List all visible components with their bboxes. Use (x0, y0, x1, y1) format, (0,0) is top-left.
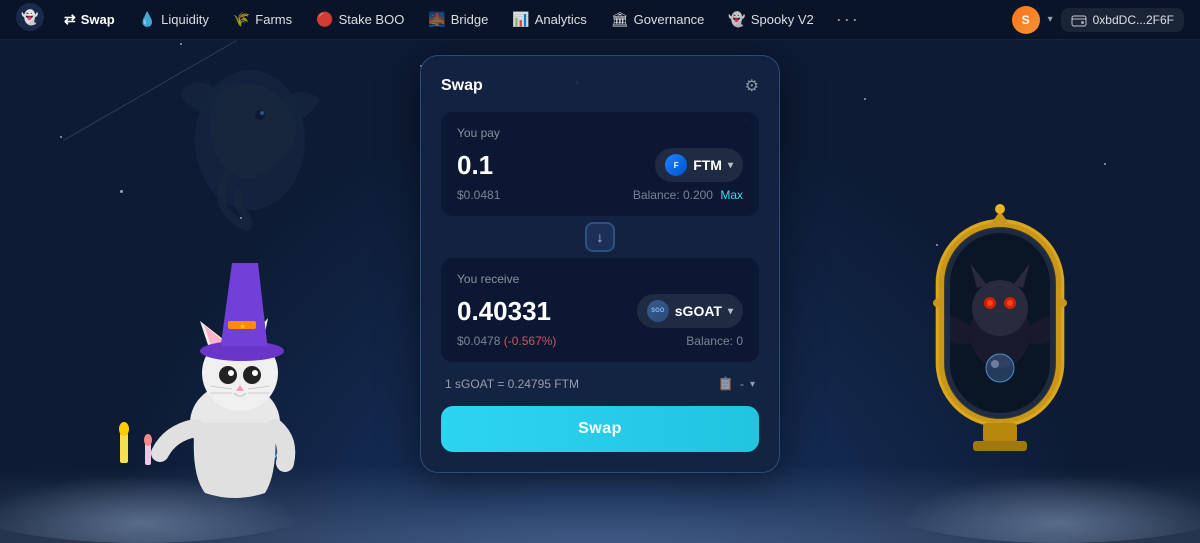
receive-bottom-row: $0.0478 (-0.567%) Balance: 0 (457, 328, 743, 348)
swap-panel: Swap ⚙ You pay 0.1 F FTM ▾ $0.0481 Balan… (420, 55, 780, 473)
address-text: 0xbdDC...2F6F (1093, 13, 1174, 27)
price-chevron-icon[interactable]: ▾ (750, 379, 755, 390)
pay-usd-value: $0.0481 (457, 188, 500, 202)
pay-token-symbol: FTM (693, 157, 722, 173)
receive-token-chevron-icon: ▾ (728, 306, 733, 317)
pay-amount: 0.1 (457, 150, 493, 181)
nav-more-button[interactable]: ··· (828, 5, 868, 34)
avatar-chevron-icon[interactable]: ▾ (1048, 14, 1053, 25)
stake-nav-icon: 🔴 (316, 11, 333, 28)
panel-header: Swap ⚙ (441, 76, 759, 96)
max-button[interactable]: Max (720, 188, 743, 202)
nav-item-liquidity[interactable]: 💧 Liquidity (129, 7, 219, 32)
sgoat-icon: SGO (647, 300, 669, 322)
pay-bottom-row: $0.0481 Balance: 0.200 Max (457, 182, 743, 202)
navbar: 👻 ⇄ Swap 💧 Liquidity 🌾 Farms 🔴 Stake BOO… (0, 0, 1200, 40)
svg-text:★: ★ (239, 322, 246, 331)
nav-item-farms[interactable]: 🌾 Farms (223, 7, 302, 32)
down-arrow-icon: ↓ (597, 229, 604, 245)
avatar-initial: S (1022, 13, 1030, 27)
farms-nav-icon: 🌾 (233, 11, 250, 28)
nav-item-bridge[interactable]: 🌉 Bridge (418, 7, 498, 32)
receive-price-change: (-0.567%) (504, 334, 557, 348)
receive-balance: Balance: 0 (686, 334, 743, 348)
receive-usd-value: $0.0478 (-0.567%) (457, 334, 556, 348)
swap-button[interactable]: Swap (441, 406, 759, 452)
nav-item-governance[interactable]: 🏛 Governance (601, 7, 715, 32)
receive-amount: 0.40331 (457, 296, 551, 327)
pay-token-row: 0.1 F FTM ▾ (457, 148, 743, 182)
svg-text:👻: 👻 (21, 8, 39, 26)
pay-token-select[interactable]: F FTM ▾ (655, 148, 743, 182)
nav-item-stake[interactable]: 🔴 Stake BOO (306, 7, 414, 32)
receive-label: You receive (457, 272, 743, 286)
liquidity-nav-icon: 💧 (139, 11, 156, 28)
price-text: 1 sGOAT = 0.24795 FTM (445, 377, 579, 391)
nav-right: S ▾ 0xbdDC...2F6F (1012, 6, 1184, 34)
wallet-address[interactable]: 0xbdDC...2F6F (1061, 8, 1184, 32)
pay-token-chevron-icon: ▾ (728, 160, 733, 171)
governance-nav-icon: 🏛 (611, 11, 629, 28)
receive-token-box: You receive 0.40331 SGO sGOAT ▾ $0.0478 … (441, 258, 759, 362)
receive-token-row: 0.40331 SGO sGOAT ▾ (457, 294, 743, 328)
receive-token-select[interactable]: SGO sGOAT ▾ (637, 294, 743, 328)
nav-item-analytics[interactable]: 📊 Analytics (502, 7, 596, 32)
copy-icon[interactable]: 📋 (718, 376, 734, 392)
pay-balance: Balance: 0.200 Max (633, 188, 743, 202)
witch-cat-character: ★ (90, 203, 330, 503)
pay-label: You pay (457, 126, 743, 140)
swap-direction-button[interactable]: ↓ (585, 222, 615, 252)
price-info-row: 1 sGOAT = 0.24795 FTM 📋 - ▾ (441, 366, 759, 402)
logo[interactable]: 👻 (16, 3, 44, 36)
price-actions: 📋 - ▾ (718, 376, 755, 392)
analytics-nav-icon: 📊 (512, 11, 529, 28)
nav-item-swap[interactable]: ⇄ Swap (54, 7, 125, 32)
swap-direction-wrap: ↓ (441, 222, 759, 252)
nav-avatar[interactable]: S (1012, 6, 1040, 34)
nav-item-spookyv2[interactable]: 👻 Spooky V2 (718, 7, 823, 32)
price-dash: - (740, 377, 744, 391)
mirror-character (895, 203, 1105, 503)
spookyv2-nav-icon: 👻 (728, 11, 745, 28)
ftm-icon: F (665, 154, 687, 176)
swap-nav-icon: ⇄ (64, 11, 76, 28)
panel-title: Swap (441, 77, 483, 95)
wallet-icon (1071, 12, 1087, 28)
pay-token-box: You pay 0.1 F FTM ▾ $0.0481 Balance: 0.2… (441, 112, 759, 216)
receive-token-symbol: sGOAT (675, 303, 722, 319)
settings-button[interactable]: ⚙ (745, 76, 759, 96)
bridge-nav-icon: 🌉 (428, 11, 445, 28)
